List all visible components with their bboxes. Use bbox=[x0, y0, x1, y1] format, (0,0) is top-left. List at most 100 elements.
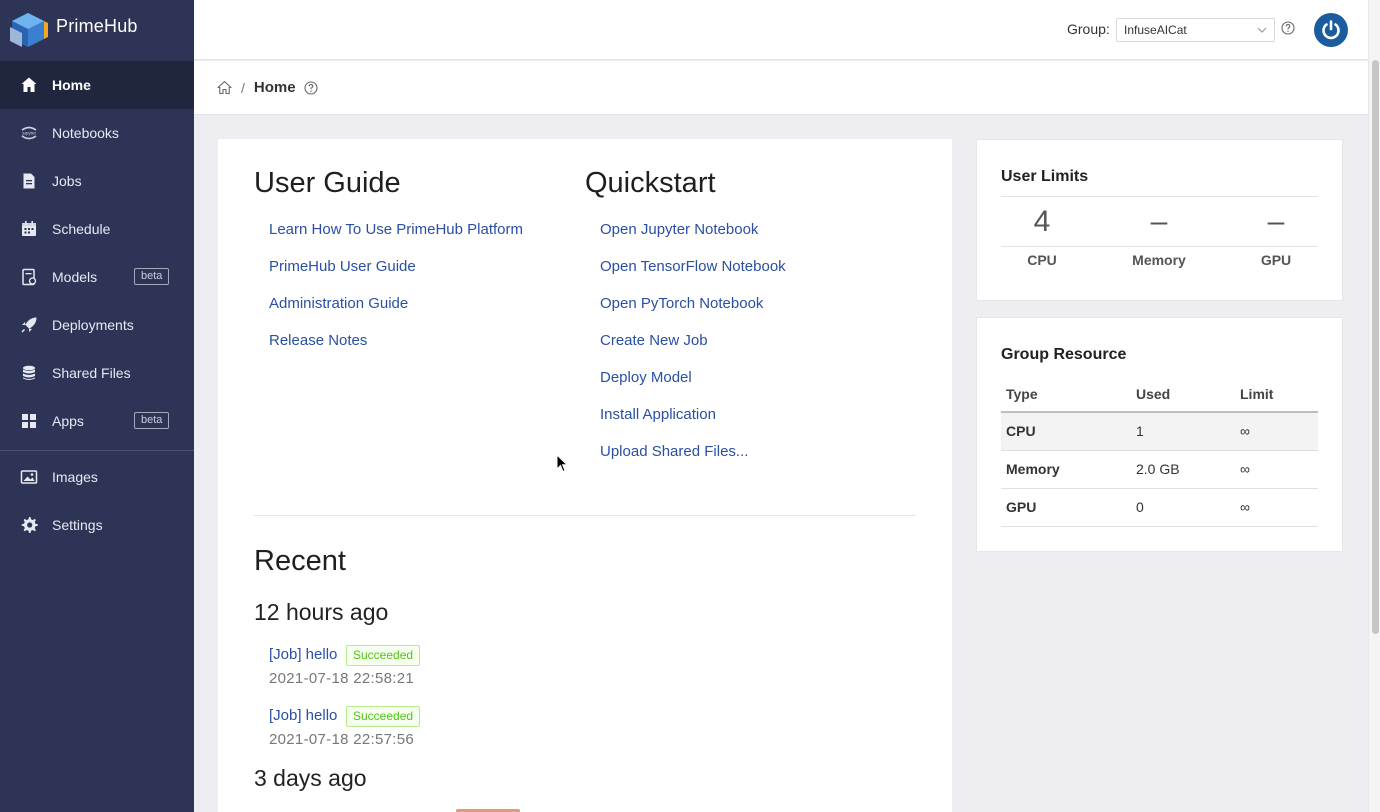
user-limits-card: User Limits 4 CPU – Memory – GPU bbox=[976, 139, 1343, 301]
document-icon bbox=[20, 172, 38, 190]
table-cell: CPU bbox=[1001, 412, 1131, 451]
help-icon[interactable] bbox=[304, 80, 318, 95]
group-label: Group: bbox=[1067, 21, 1110, 37]
sidebar-divider bbox=[0, 450, 194, 451]
status-badge: Succeeded bbox=[346, 706, 421, 727]
table-row: Memory 2.0 GB ∞ bbox=[1001, 450, 1318, 489]
breadcrumb-current: Home bbox=[253, 79, 296, 96]
recent-title: Recent bbox=[254, 545, 346, 577]
quickstart-link[interactable]: Create New Job bbox=[600, 332, 708, 349]
status-badge: Succeeded bbox=[346, 645, 421, 666]
gear-icon bbox=[20, 516, 38, 534]
sidebar-item-apps[interactable]: Apps beta bbox=[0, 397, 194, 445]
column-header: Type bbox=[1001, 376, 1131, 413]
sidebar: PrimeHub Home jupyter Notebooks Jobs Sch… bbox=[0, 0, 194, 812]
sidebar-item-shared-files[interactable]: Shared Files bbox=[0, 349, 194, 397]
user-guide-link[interactable]: Release Notes bbox=[269, 332, 367, 349]
jupyter-icon: jupyter bbox=[20, 124, 38, 142]
sidebar-item-label: Shared Files bbox=[52, 365, 131, 381]
quickstart-link[interactable]: Open Jupyter Notebook bbox=[600, 221, 758, 238]
top-header: Group: InfuseAICat bbox=[194, 0, 1368, 60]
user-guide-link[interactable]: PrimeHub User Guide bbox=[269, 258, 416, 275]
recent-item-timestamp: 2021-07-18 22:58:21 bbox=[269, 670, 414, 687]
table-row: GPU 0 ∞ bbox=[1001, 488, 1318, 527]
rocket-icon bbox=[20, 316, 38, 334]
brand[interactable]: PrimeHub bbox=[0, 0, 194, 60]
recent-item-timestamp: 2021-07-18 22:57:56 bbox=[269, 731, 414, 748]
quickstart-link[interactable]: Deploy Model bbox=[600, 369, 692, 386]
sidebar-item-label: Notebooks bbox=[52, 125, 119, 141]
sidebar-item-schedule[interactable]: Schedule bbox=[0, 205, 194, 253]
table-cell: ∞ bbox=[1235, 488, 1318, 527]
limits-divider bbox=[1001, 196, 1318, 197]
sidebar-item-models[interactable]: Models beta bbox=[0, 253, 194, 301]
breadcrumb-separator: / bbox=[241, 79, 245, 96]
home-icon bbox=[20, 76, 38, 94]
quickstart-link[interactable]: Open TensorFlow Notebook bbox=[600, 258, 786, 275]
quickstart-link[interactable]: Install Application bbox=[600, 406, 716, 423]
limit-gpu: – GPU bbox=[1226, 202, 1326, 268]
sidebar-item-label: Home bbox=[52, 77, 91, 93]
power-icon bbox=[1322, 20, 1340, 40]
table-cell: ∞ bbox=[1235, 412, 1318, 451]
group-resource-table: Type Used Limit CPU 1 ∞ Memory 2.0 GB ∞ … bbox=[1001, 376, 1318, 527]
image-icon bbox=[20, 468, 38, 486]
sidebar-item-label: Deployments bbox=[52, 317, 134, 333]
beta-badge: beta bbox=[134, 268, 170, 285]
calendar-icon bbox=[20, 220, 38, 238]
sidebar-item-home[interactable]: Home bbox=[0, 61, 194, 109]
sidebar-nav-secondary: Images Settings bbox=[0, 453, 194, 549]
sidebar-item-label: Jobs bbox=[52, 173, 82, 189]
limit-cpu-label: CPU bbox=[1027, 252, 1057, 268]
help-icon[interactable] bbox=[1281, 21, 1295, 35]
group-select-value: InfuseAICat bbox=[1124, 23, 1187, 37]
sidebar-item-label: Schedule bbox=[52, 221, 111, 237]
sidebar-item-label: Settings bbox=[52, 517, 103, 533]
sidebar-item-label: Apps bbox=[52, 413, 84, 429]
column-header: Used bbox=[1131, 376, 1235, 413]
sidebar-item-images[interactable]: Images bbox=[0, 453, 194, 501]
sidebar-item-label: Models bbox=[52, 269, 98, 285]
user-avatar[interactable] bbox=[1314, 13, 1348, 47]
sidebar-item-jobs[interactable]: Jobs bbox=[0, 157, 194, 205]
scrollbar-thumb[interactable] bbox=[1372, 60, 1379, 634]
user-guide-link[interactable]: Learn How To Use PrimeHub Platform bbox=[269, 221, 523, 238]
chevron-down-icon bbox=[1257, 27, 1267, 33]
primehub-logo-icon bbox=[10, 13, 48, 47]
limit-memory-label: Memory bbox=[1132, 252, 1186, 268]
limit-memory-value: – bbox=[1150, 205, 1168, 238]
beta-badge: beta bbox=[134, 412, 170, 429]
section-divider bbox=[254, 515, 916, 516]
recent-item-link[interactable]: [Job] hello bbox=[269, 646, 337, 663]
limit-cpu-value: 4 bbox=[1033, 205, 1051, 238]
mouse-cursor-icon bbox=[556, 454, 568, 473]
user-guide-link[interactable]: Administration Guide bbox=[269, 295, 408, 312]
page-scrollbar[interactable] bbox=[1368, 0, 1380, 812]
table-cell: ∞ bbox=[1235, 450, 1318, 489]
home-main-card: User Guide Learn How To Use PrimeHub Pla… bbox=[218, 139, 952, 812]
user-limits-title: User Limits bbox=[1001, 168, 1089, 185]
table-cell: 1 bbox=[1131, 412, 1235, 451]
group-select[interactable]: InfuseAICat bbox=[1116, 18, 1275, 42]
sidebar-nav: Home jupyter Notebooks Jobs Schedule Mod… bbox=[0, 61, 194, 445]
quickstart-link[interactable]: Open PyTorch Notebook bbox=[600, 295, 763, 312]
limit-gpu-value: – bbox=[1267, 205, 1285, 238]
column-header: Limit bbox=[1235, 376, 1318, 413]
database-icon bbox=[20, 364, 38, 382]
table-cell: 2.0 GB bbox=[1131, 450, 1235, 489]
limit-cpu: 4 CPU bbox=[992, 202, 1092, 268]
sidebar-item-settings[interactable]: Settings bbox=[0, 501, 194, 549]
home-outline-icon[interactable] bbox=[217, 80, 232, 95]
sidebar-item-deployments[interactable]: Deployments bbox=[0, 301, 194, 349]
recent-group-heading: 12 hours ago bbox=[254, 599, 389, 625]
table-cell: GPU bbox=[1001, 488, 1131, 527]
quickstart-link[interactable]: Upload Shared Files... bbox=[600, 443, 748, 460]
recent-item-link[interactable]: [Job] hello bbox=[269, 707, 337, 724]
apps-icon bbox=[20, 412, 38, 430]
svg-text:jupyter: jupyter bbox=[22, 131, 37, 136]
breadcrumb: / Home bbox=[194, 61, 1368, 115]
sidebar-item-notebooks[interactable]: jupyter Notebooks bbox=[0, 109, 194, 157]
recent-group-heading: 3 days ago bbox=[254, 765, 367, 791]
table-cell: Memory bbox=[1001, 450, 1131, 489]
brand-name: PrimeHub bbox=[56, 15, 138, 36]
